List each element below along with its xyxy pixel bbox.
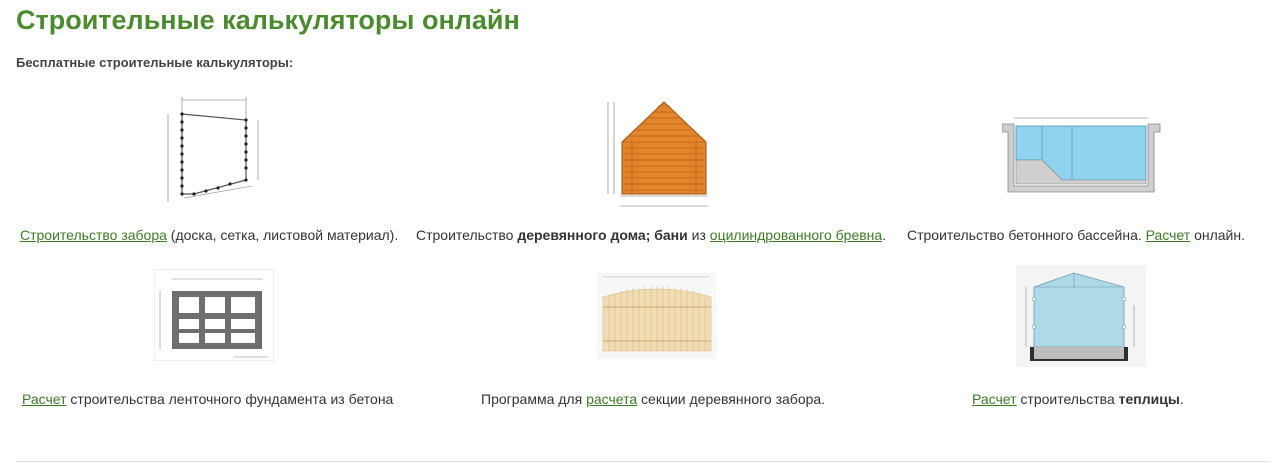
bottom-divider [16,461,1270,462]
strip-foundation-caption: Расчет строительства ленточного фундамен… [22,391,394,407]
log-house-diagram[interactable] [598,98,712,212]
greenhouse-caption: Расчет строительства теплицы. [972,391,1184,407]
picket-fence-diagram[interactable] [597,273,717,359]
strip-foundation-link[interactable]: Расчет [22,391,67,407]
fence-plan-diagram[interactable] [160,94,270,210]
page-subtitle: Бесплатные строительные калькуляторы: [16,55,294,70]
foundation-plan-diagram[interactable] [154,269,274,361]
page-title: Строительные калькуляторы онлайн [16,5,520,35]
wooden-house-caption: Строительство деревянного дома; бани из … [416,227,887,243]
wooden-fence-section-caption: Программа для расчета секции деревянного… [481,391,826,407]
pool-section-diagram[interactable] [1002,112,1162,196]
wooden-fence-section-link[interactable]: расчета [586,391,637,407]
wooden-house-link[interactable]: оцилиндрованного бревна [710,227,882,243]
pool-link[interactable]: Расчет [1146,227,1191,243]
fence-caption: Строительство забора (доска, сетка, лист… [20,227,399,243]
greenhouse-link[interactable]: Расчет [972,391,1017,407]
pool-caption: Строительство бетонного бассейна. Расчет… [907,227,1245,243]
fence-link[interactable]: Строительство забора [20,227,167,243]
greenhouse-diagram[interactable] [1016,265,1146,367]
